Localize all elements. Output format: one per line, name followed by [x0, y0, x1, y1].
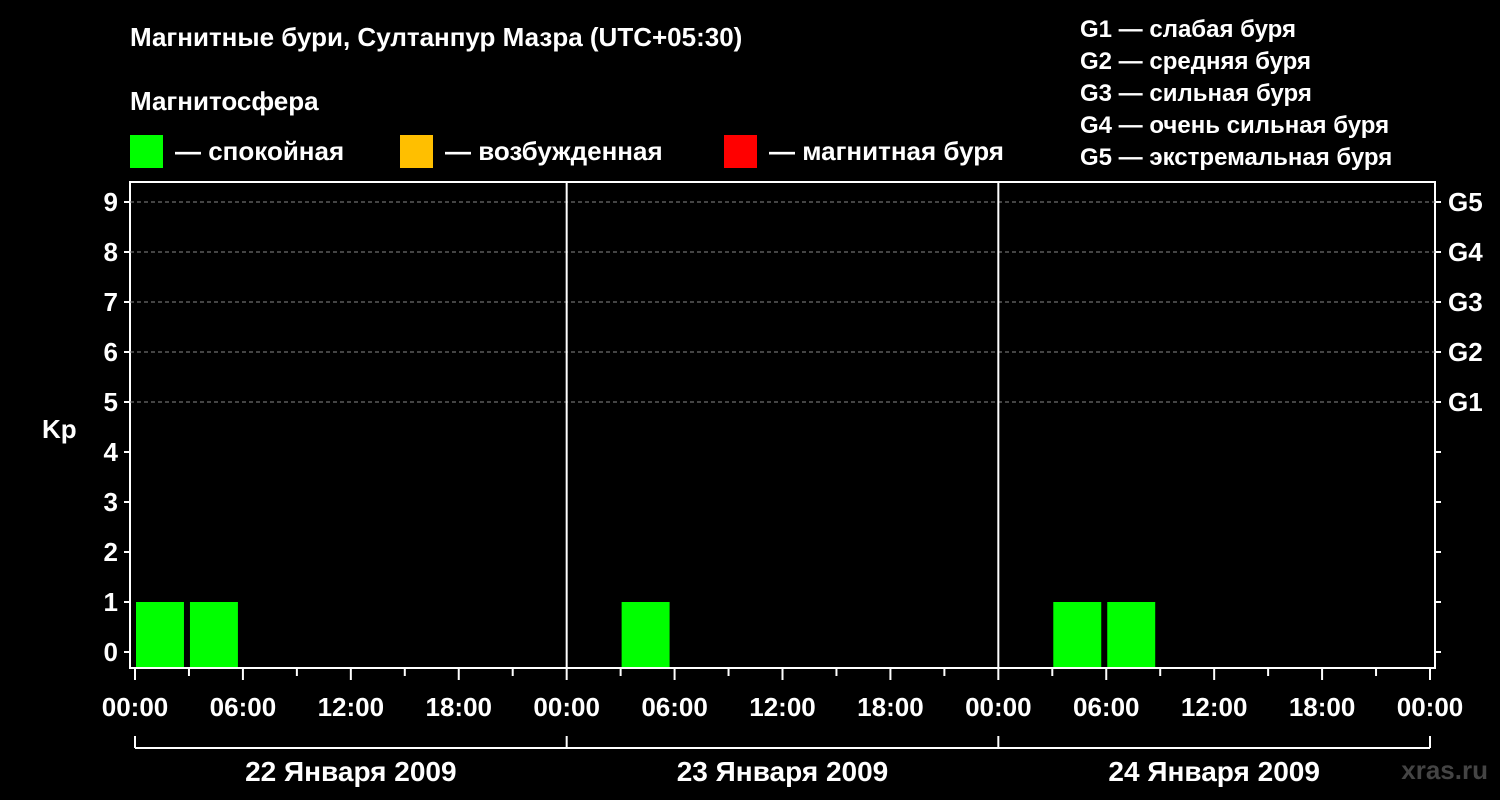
y-tick-label: 5: [104, 387, 118, 417]
x-tick-label: 12:00: [749, 692, 816, 722]
x-tick-label: 00:00: [533, 692, 600, 722]
g-level-label: G5: [1448, 187, 1483, 217]
x-tick-label: 00:00: [102, 692, 169, 722]
y-tick-label: 3: [104, 487, 118, 517]
x-tick-label: 12:00: [1181, 692, 1248, 722]
x-tick-label: 00:00: [1397, 692, 1464, 722]
g-level-label: G4: [1448, 237, 1483, 267]
x-tick-label: 18:00: [1289, 692, 1356, 722]
x-tick-label: 06:00: [1073, 692, 1140, 722]
kp-bar: [621, 602, 670, 667]
y-tick-label: 9: [104, 187, 118, 217]
y-axis-label: Kp: [42, 414, 77, 444]
x-tick-label: 18:00: [426, 692, 493, 722]
y-tick-label: 0: [104, 637, 118, 667]
g-level-label: G2: [1448, 337, 1483, 367]
x-tick-label: 06:00: [641, 692, 708, 722]
site-watermark: xras.ru: [1401, 755, 1488, 785]
x-tick-label: 00:00: [965, 692, 1032, 722]
kp-chart: 0 1 2 3 4 5 6 7 8 9 G1 G2 G3 G4 G5 Kp 00:00 06:00 12:00 18:…: [42, 181, 1483, 787]
day-label: 24 Января 2009: [1108, 756, 1320, 787]
x-tick-label: 12:00: [318, 692, 385, 722]
y-tick-label: 6: [104, 337, 118, 367]
kp-bar: [136, 602, 184, 667]
day-label: 22 Января 2009: [245, 756, 457, 787]
y-tick-label: 4: [104, 437, 119, 467]
g-level-label: G1: [1448, 387, 1483, 417]
plot-frame: [129, 181, 1436, 669]
x-tick-label: 18:00: [857, 692, 924, 722]
y-tick-label: 8: [104, 237, 118, 267]
kp-bar: [1053, 602, 1102, 667]
kp-bar: [189, 602, 238, 667]
kp-bar: [1107, 602, 1156, 667]
day-label: 23 Января 2009: [677, 756, 889, 787]
g-level-label: G3: [1448, 287, 1483, 317]
y-tick-label: 7: [104, 287, 118, 317]
y-tick-label: 2: [104, 537, 118, 567]
x-tick-label: 06:00: [210, 692, 277, 722]
y-tick-label: 1: [104, 587, 118, 617]
